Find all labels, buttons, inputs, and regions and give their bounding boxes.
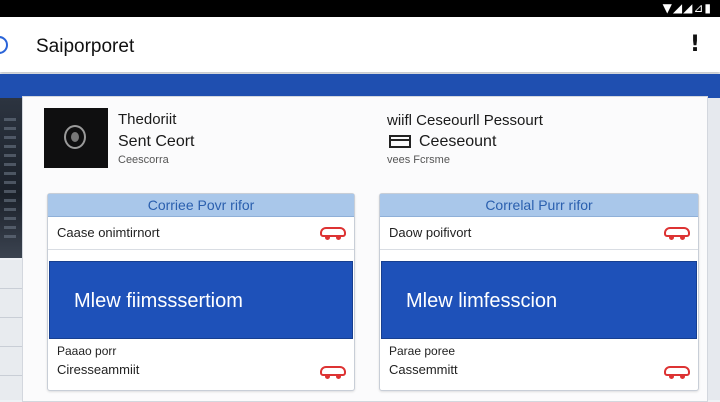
status-icons: ▼◢◢⊿▮ xyxy=(662,1,712,15)
panel-row[interactable]: Caase onimtirnort xyxy=(48,217,354,250)
panel-footer[interactable]: Paaao porr Ciresseammiit xyxy=(48,342,354,388)
footer-line2: Cassemmitt xyxy=(389,362,458,377)
passport-value: Ceeseount xyxy=(419,133,497,150)
main-card: Thedoriit Sent Ceort Ceescorra wiifl Ces… xyxy=(22,96,708,402)
footer-line1: Paaao porr xyxy=(57,344,117,358)
footer-line2: Ciresseammiit xyxy=(57,362,140,377)
status-bar: ▼◢◢⊿▮ xyxy=(0,0,720,17)
passport-label: wiifl Ceseourll Pessourt xyxy=(387,112,543,129)
profile-name-line1: Thedoriit xyxy=(118,111,177,128)
card-icon xyxy=(389,135,411,148)
tile-label: Mlew limfesscion xyxy=(406,290,558,312)
profile-photo xyxy=(44,108,108,168)
tile-label: Mlew fiimsssertiom xyxy=(74,290,243,312)
new-submission-tile[interactable]: Mlew fiimsssertiom xyxy=(49,261,353,339)
background-image xyxy=(0,98,22,258)
overflow-menu-icon[interactable]: ! xyxy=(690,32,700,57)
panel-header: Corriee Povr rifor xyxy=(48,194,354,217)
car-icon[interactable] xyxy=(664,227,690,240)
service-panel-left: Corriee Povr rifor Caase onimtirnort Mle… xyxy=(47,193,355,391)
panel-header: Correlal Purr rifor xyxy=(380,194,698,217)
background-list-edge xyxy=(0,260,22,400)
back-icon[interactable] xyxy=(0,36,8,54)
car-icon[interactable] xyxy=(320,227,346,240)
header-band xyxy=(0,74,720,98)
panel-footer[interactable]: Parae poree Cassemmitt xyxy=(380,342,698,388)
footer-line1: Parae poree xyxy=(389,344,456,358)
row-label: Daow poifivort xyxy=(389,225,472,240)
app-title: Saiporporet xyxy=(36,36,135,57)
panel-row[interactable]: Daow poifivort xyxy=(380,217,698,250)
emblem-icon xyxy=(64,125,86,149)
car-icon[interactable] xyxy=(664,366,690,379)
app-bar: Saiporporet ! xyxy=(0,17,720,72)
profile-name-line2: Sent Ceort xyxy=(118,133,195,150)
row-label: Caase onimtirnort xyxy=(57,225,160,240)
service-panel-right: Correlal Purr rifor Daow poifivort Mlew … xyxy=(379,193,699,391)
profile-subtitle: Ceescorra xyxy=(118,154,169,166)
passport-subtitle: vees Fcrsme xyxy=(387,154,450,166)
new-submission-tile[interactable]: Mlew limfesscion xyxy=(381,261,697,339)
car-icon[interactable] xyxy=(320,366,346,379)
